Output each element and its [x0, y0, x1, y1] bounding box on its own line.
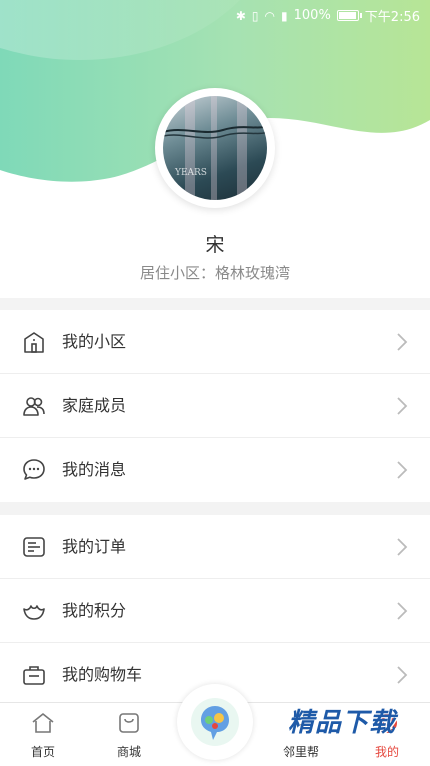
center-action-button[interactable] [177, 684, 253, 760]
avatar[interactable]: YEARS [155, 88, 275, 208]
tab-label: 首页 [30, 745, 55, 759]
bluetooth-icon: ✱ [235, 8, 246, 23]
menu-item-my-orders[interactable]: 我的订单 [0, 515, 430, 579]
message-icon [23, 459, 45, 480]
status-bar: ✱ ▯ ◠ ▮ 100% 下午2:56 [0, 0, 430, 28]
menu-item-label: 我的小区 [62, 332, 127, 351]
tab-label: 商城 [116, 745, 141, 759]
watermark-text: 精品下载 [288, 708, 397, 738]
menu-item-label: 我的订单 [62, 537, 127, 556]
tab-home[interactable]: 首页 [0, 703, 86, 766]
chevron-right-icon [397, 602, 408, 620]
status-time: 下午2:56 [364, 10, 420, 25]
shop-icon [119, 713, 139, 733]
menu-item-label: 我的消息 [62, 460, 127, 479]
sim-icon: ▮ [281, 8, 288, 23]
menu-item-family-members[interactable]: 家庭成员 [0, 374, 430, 438]
menu-group-shopping: 我的订单 我的积分 我的购物车 [0, 515, 430, 707]
watermark: 精品下载 [282, 698, 430, 766]
points-icon [23, 605, 45, 620]
chevron-right-icon [397, 333, 408, 351]
chevron-right-icon [397, 538, 408, 556]
house-icon [24, 332, 44, 353]
battery-icon [336, 10, 362, 21]
vibrate-icon: ▯ [251, 8, 259, 23]
avatar-caption: YEARS [175, 168, 207, 178]
battery-percent: 100% [293, 8, 331, 23]
order-icon [23, 537, 45, 557]
profile-header: ✱ ▯ ◠ ▮ 100% 下午2:56 YEARS 宋 居住小区：格林玫瑰湾 [0, 0, 430, 298]
menu-item-my-messages[interactable]: 我的消息 [0, 438, 430, 502]
menu-item-label: 我的购物车 [62, 665, 143, 684]
chevron-right-icon [397, 461, 408, 479]
menu-item-my-points[interactable]: 我的积分 [0, 579, 430, 643]
people-icon [23, 397, 45, 416]
community-label: 居住小区：格林玫瑰湾 [139, 264, 290, 282]
wifi-icon: ◠ [264, 8, 276, 23]
chevron-right-icon [397, 666, 408, 684]
username: 宋 [205, 234, 225, 256]
cart-icon [23, 666, 45, 685]
tab-shop[interactable]: 商城 [86, 703, 172, 766]
chevron-right-icon [397, 397, 408, 415]
menu-item-label: 我的积分 [62, 601, 127, 620]
home-icon [32, 713, 54, 733]
menu-item-my-community[interactable]: 我的小区 [0, 310, 430, 374]
menu-item-label: 家庭成员 [62, 396, 127, 415]
center-logo-icon [191, 698, 239, 746]
avatar-image: YEARS [163, 96, 267, 200]
menu-group-community: 我的小区 家庭成员 我的消息 [0, 310, 430, 502]
